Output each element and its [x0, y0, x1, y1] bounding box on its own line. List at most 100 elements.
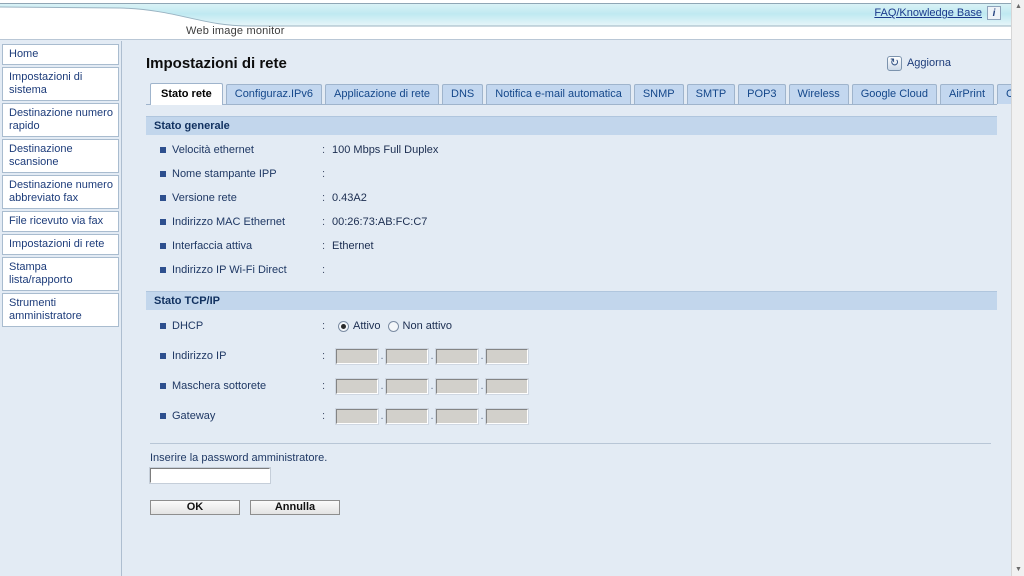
- row-label: Maschera sottorete: [146, 380, 322, 392]
- bullet-icon: [160, 171, 166, 177]
- sidebar-item-administrator-tools[interactable]: Strumenti amministratore: [2, 293, 119, 327]
- tcpip-status-rows: DHCP : Attivo Non attivo Indirizzo IP: …: [146, 310, 997, 427]
- row-subnet-mask: Maschera sottorete : . . .: [146, 375, 997, 397]
- refresh-label: Aggiorna: [906, 57, 951, 69]
- octet-dot: .: [480, 380, 484, 392]
- octet-dot: .: [380, 410, 384, 422]
- row-value: 0.43A2: [332, 192, 367, 204]
- radio-label: Non attivo: [402, 320, 453, 332]
- octet-dot: .: [430, 350, 434, 362]
- subnet-octet-4[interactable]: [485, 377, 529, 395]
- bullet-icon: [160, 383, 166, 389]
- tab-stato-rete[interactable]: Stato rete: [150, 83, 223, 105]
- tab-snmp[interactable]: SNMP: [633, 84, 684, 104]
- gateway-octets: . . .: [332, 407, 529, 425]
- octet-dot: .: [480, 350, 484, 362]
- row-label: Gateway: [146, 410, 322, 422]
- row-ipp-printer-name: Nome stampante IPP :: [146, 164, 997, 184]
- ip-octet-3[interactable]: [435, 347, 479, 365]
- row-value: 100 Mbps Full Duplex: [332, 144, 439, 156]
- tab-airprint[interactable]: AirPrint: [939, 84, 995, 104]
- row-label: Interfaccia attiva: [146, 240, 322, 252]
- tab-dns[interactable]: DNS: [442, 84, 484, 104]
- tab-wireless[interactable]: Wireless: [788, 84, 849, 104]
- octet-dot: .: [430, 380, 434, 392]
- gateway-octet-4[interactable]: [485, 407, 529, 425]
- app-title: Web image monitor: [186, 25, 285, 37]
- tab-google-cloud[interactable]: Google Cloud: [851, 84, 937, 104]
- sidebar-item-received-fax-file[interactable]: File ricevuto via fax: [2, 211, 119, 232]
- cancel-button[interactable]: Annulla: [250, 500, 340, 515]
- dhcp-radio-attivo[interactable]: Attivo: [338, 320, 381, 332]
- subnet-octet-2[interactable]: [385, 377, 429, 395]
- refresh-button[interactable]: ↻ Aggiorna: [886, 55, 951, 71]
- row-label: Indirizzo IP: [146, 350, 322, 362]
- sidebar-item-quick-dial-destination[interactable]: Destinazione numero rapido: [2, 103, 119, 137]
- label-text: Indirizzo MAC Ethernet: [172, 216, 286, 228]
- bullet-icon: [160, 353, 166, 359]
- sidebar-item-home[interactable]: Home: [2, 44, 119, 65]
- label-text: Versione rete: [172, 192, 237, 204]
- label-text: DHCP: [172, 320, 204, 332]
- subnet-octet-3[interactable]: [435, 377, 479, 395]
- colon-separator: :: [322, 410, 326, 422]
- row-ip-address: Indirizzo IP : . . .: [146, 345, 997, 367]
- gateway-octet-1[interactable]: [335, 407, 379, 425]
- section-header-general-status: Stato generale: [146, 116, 997, 135]
- section-divider: [150, 443, 991, 444]
- bullet-icon: [160, 267, 166, 273]
- tab-pop3[interactable]: POP3: [738, 84, 786, 104]
- label-text: Nome stampante IPP: [172, 168, 277, 180]
- row-label: Versione rete: [146, 192, 322, 204]
- refresh-icon: ↻: [886, 55, 902, 71]
- tab-applicazione-di-rete[interactable]: Applicazione di rete: [325, 84, 440, 104]
- ip-octet-1[interactable]: [335, 347, 379, 365]
- admin-password-input[interactable]: [149, 467, 271, 484]
- sidebar-item-network-settings[interactable]: Impostazioni di rete: [2, 234, 119, 255]
- octet-dot: .: [380, 350, 384, 362]
- label-text: Interfaccia attiva: [172, 240, 253, 252]
- sidebar-item-print-list-report[interactable]: Stampa lista/rapporto: [2, 257, 119, 291]
- info-icon[interactable]: i: [987, 6, 1001, 20]
- tab-notifica-email-automatica[interactable]: Notifica e-mail automatica: [486, 84, 631, 104]
- tab-configuraz-ipv6[interactable]: Configuraz.IPv6: [225, 84, 323, 104]
- app-banner: Web image monitor FAQ/Knowledge Base i: [0, 0, 1011, 40]
- row-network-version: Versione rete : 0.43A2: [146, 188, 997, 208]
- form-button-row: OK Annulla: [150, 500, 997, 515]
- ip-octet-4[interactable]: [485, 347, 529, 365]
- scrollbar-up-arrow-icon[interactable]: ▲: [1012, 0, 1024, 13]
- gateway-octet-3[interactable]: [435, 407, 479, 425]
- row-ethernet-mac-address: Indirizzo MAC Ethernet : 00:26:73:AB:FC:…: [146, 212, 997, 232]
- colon-separator: :: [322, 320, 326, 332]
- colon-separator: :: [322, 264, 326, 276]
- row-ethernet-speed: Velocità ethernet : 100 Mbps Full Duplex: [146, 140, 997, 160]
- sidebar-item-fax-speed-dial-destination[interactable]: Destinazione numero abbreviato fax: [2, 175, 119, 209]
- vertical-scrollbar[interactable]: ▲ ▼: [1011, 0, 1024, 576]
- banner-swoosh-graphic: [0, 0, 1011, 39]
- dhcp-radio-non-attivo[interactable]: Non attivo: [387, 320, 453, 332]
- octet-dot: .: [430, 410, 434, 422]
- section-header-tcpip-status: Stato TCP/IP: [146, 291, 997, 310]
- radio-unselected-icon: [387, 320, 399, 332]
- gateway-octet-2[interactable]: [385, 407, 429, 425]
- tab-smtp[interactable]: SMTP: [686, 84, 736, 104]
- ip-octet-2[interactable]: [385, 347, 429, 365]
- subnet-octet-1[interactable]: [335, 377, 379, 395]
- row-value: Ethernet: [332, 240, 374, 252]
- faq-knowledge-base-link[interactable]: FAQ/Knowledge Base: [874, 7, 982, 19]
- radio-selected-icon: [338, 320, 349, 332]
- bullet-icon: [160, 219, 166, 225]
- sidebar-nav: Home Impostazioni di sistema Destinazion…: [0, 41, 122, 576]
- sidebar-item-system-settings[interactable]: Impostazioni di sistema: [2, 67, 119, 101]
- label-text: Indirizzo IP Wi-Fi Direct: [172, 264, 287, 276]
- scrollbar-down-arrow-icon[interactable]: ▼: [1012, 563, 1024, 576]
- label-text: Maschera sottorete: [172, 380, 267, 392]
- row-wifi-direct-ip: Indirizzo IP Wi-Fi Direct :: [146, 260, 997, 280]
- bullet-icon: [160, 195, 166, 201]
- colon-separator: :: [322, 380, 326, 392]
- row-dhcp: DHCP : Attivo Non attivo: [146, 315, 997, 337]
- ok-button[interactable]: OK: [150, 500, 240, 515]
- octet-dot: .: [480, 410, 484, 422]
- sidebar-item-scan-destination[interactable]: Destinazione scansione: [2, 139, 119, 173]
- general-status-rows: Velocità ethernet : 100 Mbps Full Duplex…: [146, 135, 997, 280]
